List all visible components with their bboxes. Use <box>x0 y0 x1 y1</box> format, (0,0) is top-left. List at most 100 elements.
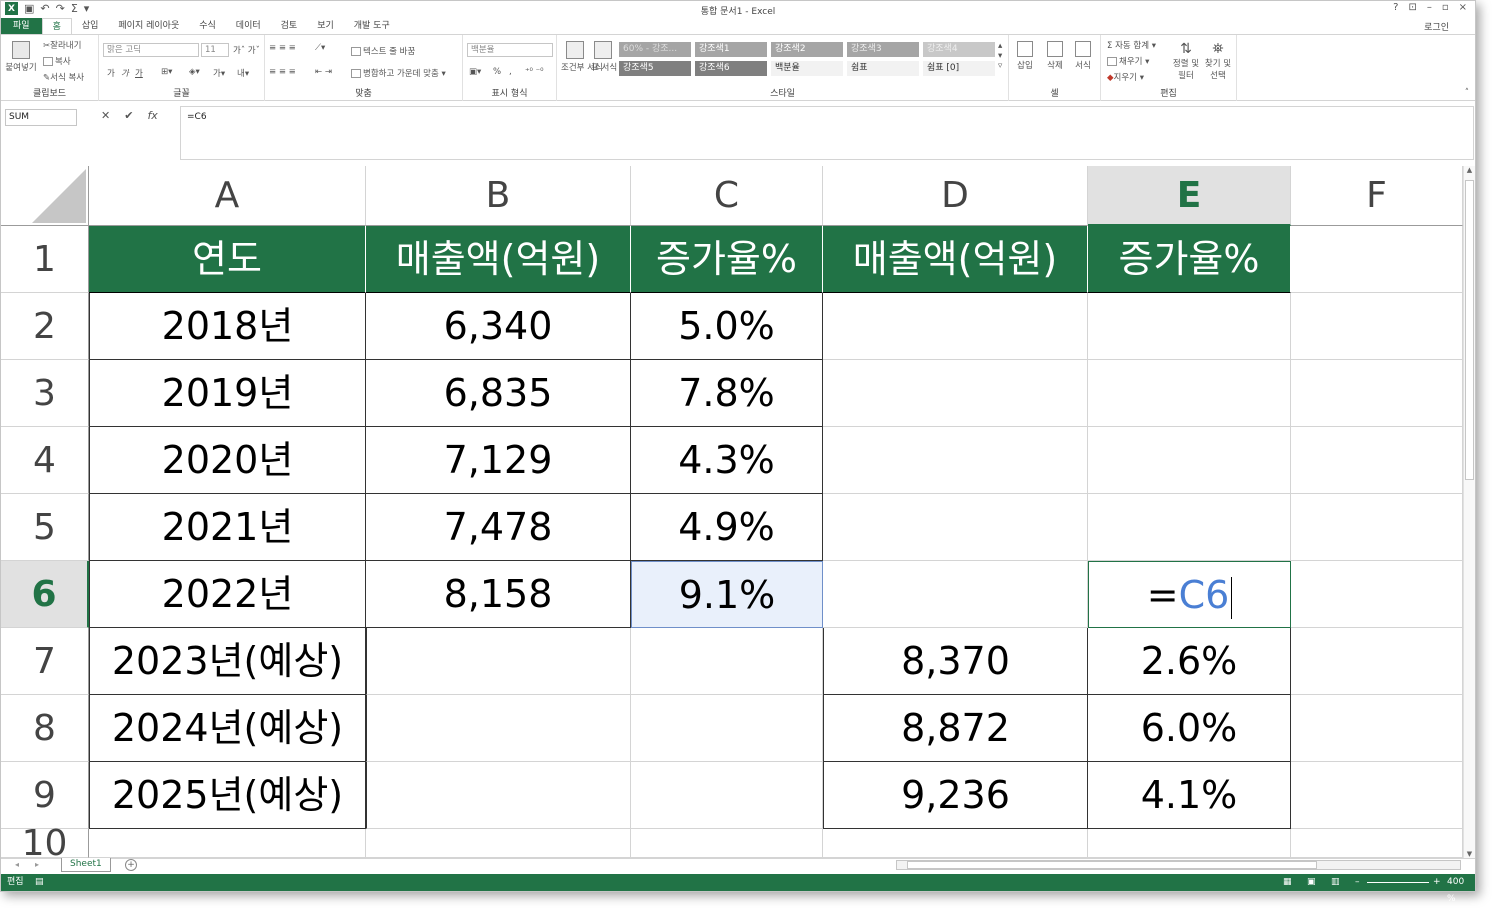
merge-center-button[interactable]: 병합하고 가운데 맞춤 ▾ <box>351 67 446 79</box>
tab-file[interactable]: 파일 <box>1 18 42 34</box>
border-icon[interactable]: ⊞▾ <box>161 67 172 77</box>
sheet-nav-next-icon[interactable]: ▸ <box>35 860 39 869</box>
format-painter-button[interactable]: ✎서식 복사 <box>43 71 84 83</box>
find-select-button[interactable]: ⛯ 찾기 및 선택 <box>1203 41 1233 81</box>
percent-button[interactable]: % <box>493 67 501 77</box>
table-header-d[interactable]: 매출액(억원) <box>823 226 1088 293</box>
table-cell-a4[interactable]: 2020년 <box>89 427 366 494</box>
table-cell-a2[interactable]: 2018년 <box>89 293 366 360</box>
grid-cell[interactable] <box>1291 628 1463 695</box>
help-button[interactable]: ? <box>1393 2 1398 13</box>
table-cell-a3[interactable]: 2019년 <box>89 360 366 427</box>
normal-view-icon[interactable]: ▦ <box>1283 874 1292 891</box>
font-size-combo[interactable]: 11 <box>201 43 229 57</box>
tab-developer[interactable]: 개발 도구 <box>344 18 400 34</box>
zoom-in-icon[interactable]: + <box>1433 874 1441 891</box>
table-cell-c2[interactable]: 5.0% <box>631 293 823 360</box>
format-cells-button[interactable]: 서식 <box>1075 41 1091 71</box>
table-cell-d9[interactable]: 9,236 <box>823 762 1088 829</box>
zoom-slider[interactable] <box>1367 882 1429 883</box>
name-box[interactable]: SUM <box>5 109 77 126</box>
grid-cell[interactable] <box>1291 494 1463 561</box>
table-header-c[interactable]: 증가율% <box>631 226 823 293</box>
column-header-c[interactable]: C <box>631 166 823 226</box>
table-cell-b4[interactable]: 7,129 <box>366 427 631 494</box>
style-accent3[interactable]: 강조색3 <box>847 42 919 57</box>
table-cell-d2[interactable] <box>823 293 1088 360</box>
table-cell-c4[interactable]: 4.3% <box>631 427 823 494</box>
table-cell-a6[interactable]: 2022년 <box>89 561 366 628</box>
row-header-7[interactable]: 7 <box>1 628 89 695</box>
table-cell-e9[interactable]: 4.1% <box>1088 762 1291 829</box>
row-header-3[interactable]: 3 <box>1 360 89 427</box>
table-cell-d6[interactable] <box>823 561 1088 628</box>
table-cell-d4[interactable] <box>823 427 1088 494</box>
table-cell-e3[interactable] <box>1088 360 1291 427</box>
login-link[interactable]: 로그인 <box>1424 20 1449 33</box>
zoom-level[interactable]: 400 % <box>1447 874 1475 908</box>
delete-cells-button[interactable]: 삭제 <box>1047 41 1063 71</box>
close-button[interactable]: × <box>1459 2 1467 13</box>
table-cell-c9[interactable] <box>631 762 823 829</box>
style-accent1[interactable]: 강조색1 <box>695 42 767 57</box>
wrap-text-button[interactable]: 텍스트 줄 바꿈 <box>351 45 415 57</box>
tab-review[interactable]: 검토 <box>271 18 308 34</box>
tab-data[interactable]: 데이터 <box>226 18 271 34</box>
minimize-button[interactable]: – <box>1427 2 1432 13</box>
tab-home[interactable]: 홈 <box>41 17 72 35</box>
enter-formula-icon[interactable]: ✔ <box>124 109 133 122</box>
grid-cell[interactable] <box>1291 427 1463 494</box>
style-accent2[interactable]: 강조색2 <box>771 42 843 57</box>
indent-icon[interactable]: ⇤ ⇥ <box>315 67 332 77</box>
table-format-button[interactable]: 표 서식 <box>591 41 617 73</box>
row-header-10[interactable]: 10 <box>1 826 89 858</box>
column-header-b[interactable]: B <box>366 166 631 226</box>
table-header-a[interactable]: 연도 <box>89 226 366 293</box>
style-60-accent[interactable]: 60% - 강조... <box>619 42 691 57</box>
table-cell-e8[interactable]: 6.0% <box>1088 695 1291 762</box>
table-cell-a5[interactable]: 2021년 <box>89 494 366 561</box>
ribbon-display-icon[interactable]: ⊡ <box>1408 2 1416 13</box>
table-cell-e7[interactable]: 2.6% <box>1088 628 1291 695</box>
grid-cell[interactable] <box>1291 829 1463 858</box>
scroll-down-icon[interactable]: ▼ <box>1464 850 1475 858</box>
style-percent[interactable]: 백분율 <box>771 61 843 76</box>
style-accent6[interactable]: 강조색6 <box>695 61 767 76</box>
orientation-icon[interactable]: ⟋▾ <box>315 43 325 53</box>
grid-cell[interactable] <box>1291 293 1463 360</box>
table-cell-c6[interactable]: 9.1% <box>631 561 823 628</box>
table-cell-b3[interactable]: 6,835 <box>366 360 631 427</box>
underline-button[interactable]: 가 <box>135 67 143 79</box>
worksheet-grid[interactable]: ABCDEF 1 2 3 4 5 6 7 8 9 10 연도 매출액(억원) 증가율% 매출액(억원) 증… <box>1 166 1463 858</box>
column-header-a[interactable]: A <box>89 166 366 226</box>
table-cell-b8[interactable] <box>366 695 631 762</box>
table-cell-e4[interactable] <box>1088 427 1291 494</box>
comma-button[interactable]: , <box>509 67 512 77</box>
sheet-nav-prev-icon[interactable]: ◂ <box>15 860 19 869</box>
paste-button[interactable]: 붙여넣기 <box>5 41 37 73</box>
column-header-d[interactable]: D <box>823 166 1088 226</box>
tab-formulas[interactable]: 수식 <box>189 18 226 34</box>
table-cell-c7[interactable] <box>631 628 823 695</box>
horizontal-scrollbar[interactable] <box>896 860 1461 870</box>
row-header-4[interactable]: 4 <box>1 427 89 494</box>
column-header-f[interactable]: F <box>1291 166 1463 226</box>
tab-view[interactable]: 보기 <box>307 18 344 34</box>
table-cell-c8[interactable] <box>631 695 823 762</box>
left-align-icon[interactable]: ≡ ≡ ≡ <box>269 67 296 77</box>
grid-cell[interactable] <box>1291 561 1463 628</box>
table-header-e[interactable]: 증가율% <box>1088 226 1291 293</box>
select-all-corner[interactable] <box>1 166 89 226</box>
table-cell-b2[interactable]: 6,340 <box>366 293 631 360</box>
row-header-9[interactable]: 9 <box>1 762 89 829</box>
tab-insert[interactable]: 삽입 <box>72 18 109 34</box>
formula-input[interactable]: =C6 <box>180 106 1474 160</box>
row-header-1[interactable]: 1 <box>1 226 89 293</box>
decimal-icon[interactable]: ⁺⁰ ⁻⁰ <box>525 67 544 77</box>
table-cell-b6[interactable]: 8,158 <box>366 561 631 628</box>
tab-page-layout[interactable]: 페이지 레이아웃 <box>108 18 189 34</box>
currency-icon[interactable]: ▣▾ <box>469 67 481 77</box>
italic-button[interactable]: 가 <box>121 67 129 79</box>
bold-button[interactable]: 가 <box>107 67 115 79</box>
fill-button[interactable]: 채우기 ▾ <box>1107 55 1149 67</box>
